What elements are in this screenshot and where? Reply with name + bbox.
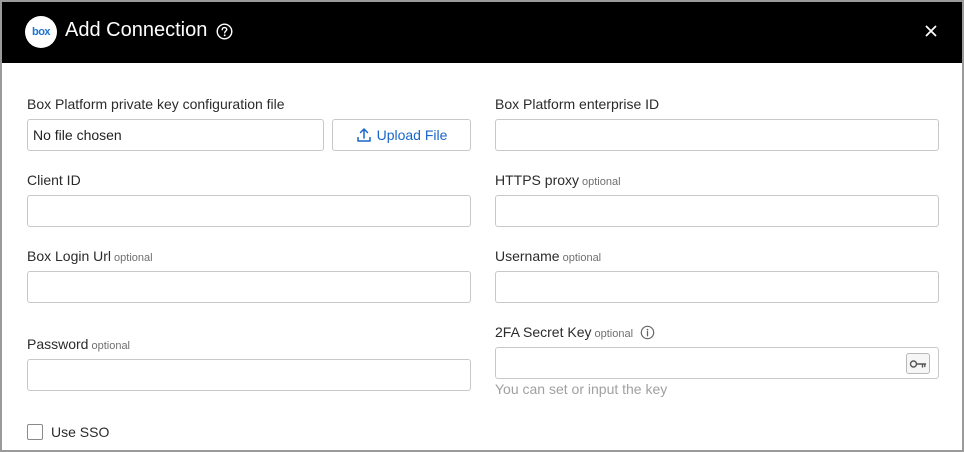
optional-tag: optional (91, 340, 131, 352)
set-key-button[interactable] (906, 353, 930, 374)
info-icon[interactable] (640, 325, 655, 340)
optional-tag: optional (582, 176, 621, 188)
client-id-label: Client ID (27, 172, 81, 188)
use-sso-checkbox[interactable] (27, 424, 43, 440)
upload-file-label: Upload File (376, 127, 448, 143)
upload-icon (356, 128, 371, 142)
username-label-text: Username (495, 248, 560, 264)
key-icon (909, 359, 927, 368)
file-status-text: No file chosen (33, 127, 122, 143)
box-logo-text: box (31, 26, 51, 38)
client-id-input[interactable] (27, 195, 471, 227)
use-sso-label[interactable]: Use SSO (51, 424, 109, 440)
login-url-label-text: Box Login Url (27, 248, 112, 264)
close-icon[interactable] (921, 21, 941, 41)
dialog-title: Add Connection (65, 19, 208, 41)
enterprise-id-input[interactable] (495, 119, 939, 151)
login-url-label: Box Login Url optional (27, 248, 153, 264)
help-circle-icon[interactable] (216, 23, 233, 40)
https-proxy-input[interactable] (495, 195, 939, 227)
twofa-secret-input[interactable] (495, 347, 939, 379)
optional-tag: optional (562, 252, 602, 264)
https-proxy-label-text: HTTPS proxy (495, 172, 580, 188)
optional-tag: optional (114, 252, 153, 264)
twofa-label: 2FA Secret Key optional (495, 324, 655, 340)
password-label: Password optional (27, 336, 130, 352)
box-logo: box (25, 16, 57, 48)
dialog-header: box Add Connection (2, 2, 962, 63)
password-input[interactable] (27, 359, 471, 391)
upload-file-button[interactable]: Upload File (332, 119, 471, 151)
twofa-label-text: 2FA Secret Key (495, 324, 592, 340)
https-proxy-label: HTTPS proxy optional (495, 172, 621, 188)
client-id-label-text: Client ID (27, 172, 81, 188)
use-sso-label-text: Use SSO (51, 424, 110, 440)
enterprise-id-label: Box Platform enterprise ID (495, 96, 659, 112)
private-key-label-text: Box Platform private key configuration f… (27, 96, 285, 112)
username-label: Username optional (495, 248, 601, 264)
enterprise-id-label-text: Box Platform enterprise ID (495, 96, 660, 112)
login-url-input[interactable] (27, 271, 471, 303)
private-key-label: Box Platform private key configuration f… (27, 96, 285, 112)
password-label-text: Password (27, 336, 89, 352)
username-input[interactable] (495, 271, 939, 303)
twofa-hint: You can set or input the key (495, 381, 668, 397)
file-chosen-display: No file chosen (27, 119, 324, 151)
add-connection-dialog: box Add Connection Box Platform private … (0, 0, 964, 452)
optional-tag: optional (594, 328, 634, 340)
